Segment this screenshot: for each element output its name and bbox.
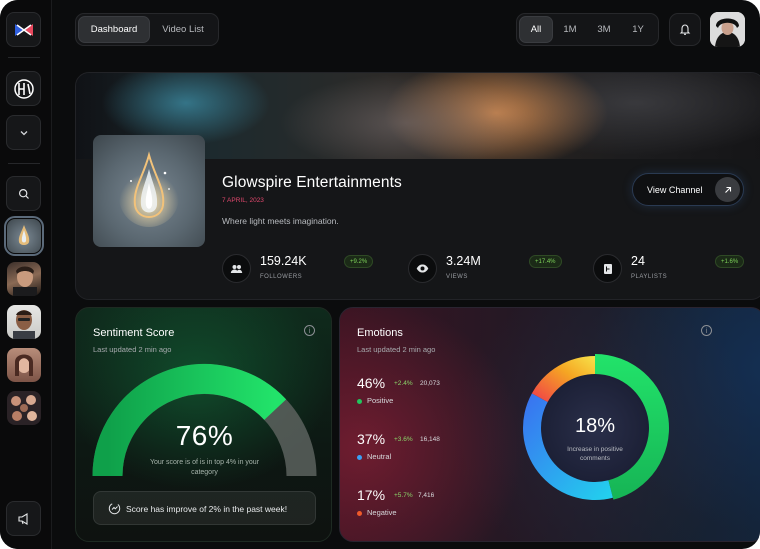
channel-tagline: Where light meets imagination. [222,216,339,226]
emotion-percent: 37% [357,431,386,447]
channel-logo [93,135,205,247]
sentiment-description: Your score is of is in top 4% in your ca… [149,459,260,476]
positive-dot [357,399,362,404]
channel-card: Glowspire Entertainments 7 APRIL, 2023 W… [75,72,760,300]
followers-value: 159.24K [260,254,307,268]
playlists-value: 24 [631,254,645,268]
emotion-percent: 17% [357,487,386,503]
playlists-change-badge: +1.6% [715,255,745,268]
views-value: 3.24M [446,254,481,268]
channel-avatar-2[interactable] [7,305,41,339]
stat-playlists: 24 PLAYLISTS +1.6% [593,252,745,286]
sidebar-divider [8,57,40,58]
emotion-positive: 46% +2.4% 20,073 Positive [357,375,507,409]
playlists-label: PLAYLISTS [631,274,668,280]
emotion-change: +2.4% [394,380,413,387]
search-icon[interactable] [6,176,41,211]
channel-avatar-3[interactable] [7,348,41,382]
sidebar [0,0,52,549]
bell-icon [679,24,691,35]
views-label: VIEWS [446,274,468,280]
trend-icon [108,502,121,515]
brand-mark-icon[interactable] [6,71,41,106]
followers-label: FOLLOWERS [260,274,303,280]
emotion-neutral: 37% +3.6% 16,148 Neutral [357,431,507,465]
emotion-label: Negative [367,508,397,517]
user-avatar[interactable] [710,12,745,47]
megaphone-icon[interactable] [6,501,41,536]
chevron-down-icon[interactable] [6,115,41,150]
stat-followers: 159.24K FOLLOWERS +9.2% [222,252,374,286]
negative-dot [357,511,362,516]
channel-group-avatar[interactable] [7,391,41,425]
improvement-note: Score has improve of 2% in the past week… [93,491,316,525]
arrow-up-right-icon [715,177,740,202]
emotion-negative: 17% +5.7% 7,416 Negative [357,487,507,521]
stat-views: 3.24M VIEWS +17.4% [408,252,562,286]
playlist-icon [593,254,622,283]
view-channel-label: View Channel [647,185,703,195]
emotion-label: Neutral [367,452,392,461]
period-3m[interactable]: 3M [587,16,621,43]
sentiment-card: Sentiment Score Last updated 2 min ago i… [75,307,332,542]
tab-dashboard[interactable]: Dashboard [78,16,150,43]
views-change-badge: +17.4% [529,255,562,268]
sidebar-divider [8,163,40,164]
neutral-dot [357,455,362,460]
emotion-count: 20,073 [420,380,440,387]
channel-name: Glowspire Entertainments [222,174,402,191]
period-selector: All 1M 3M 1Y [516,13,659,46]
period-1m[interactable]: 1M [553,16,587,43]
sentiment-score-value: 76% [175,420,234,451]
donut-center-value: 18% [574,415,616,437]
donut-center-description: Increase in positive comments [567,446,623,462]
tab-video-list[interactable]: Video List [150,16,216,43]
emotion-count: 7,416 [418,492,435,499]
followers-change-badge: +9.2% [344,255,374,268]
emotion-change: +3.6% [394,436,413,443]
emotion-percent: 46% [357,375,386,391]
period-all[interactable]: All [519,16,553,43]
emotions-card: Emotions Last updated 2 min ago i 46% +2… [339,307,760,542]
eye-icon [408,254,437,283]
improvement-text: Score has improve of 2% in the past week… [126,504,288,514]
info-icon[interactable]: i [701,325,712,336]
emotion-change: +5.7% [394,492,413,499]
dashboard-window: Dashboard Video List All 1M 3M 1Y Glowsp… [0,0,760,549]
app-logo-icon[interactable] [6,12,41,47]
notifications-button[interactable] [669,13,701,46]
emotion-label: Positive [367,396,394,405]
period-1y[interactable]: 1Y [621,16,655,43]
channel-date: 7 APRIL, 2023 [222,197,264,204]
view-tabs: Dashboard Video List [75,13,219,46]
users-icon [222,254,251,283]
emotion-count: 16,148 [420,436,440,443]
view-channel-button[interactable]: View Channel [632,173,744,206]
emotions-title: Emotions [357,327,403,339]
glowspire-thumbnail[interactable] [4,216,44,256]
channel-avatar-1[interactable] [7,262,41,296]
emotions-updated: Last updated 2 min ago [357,345,436,354]
